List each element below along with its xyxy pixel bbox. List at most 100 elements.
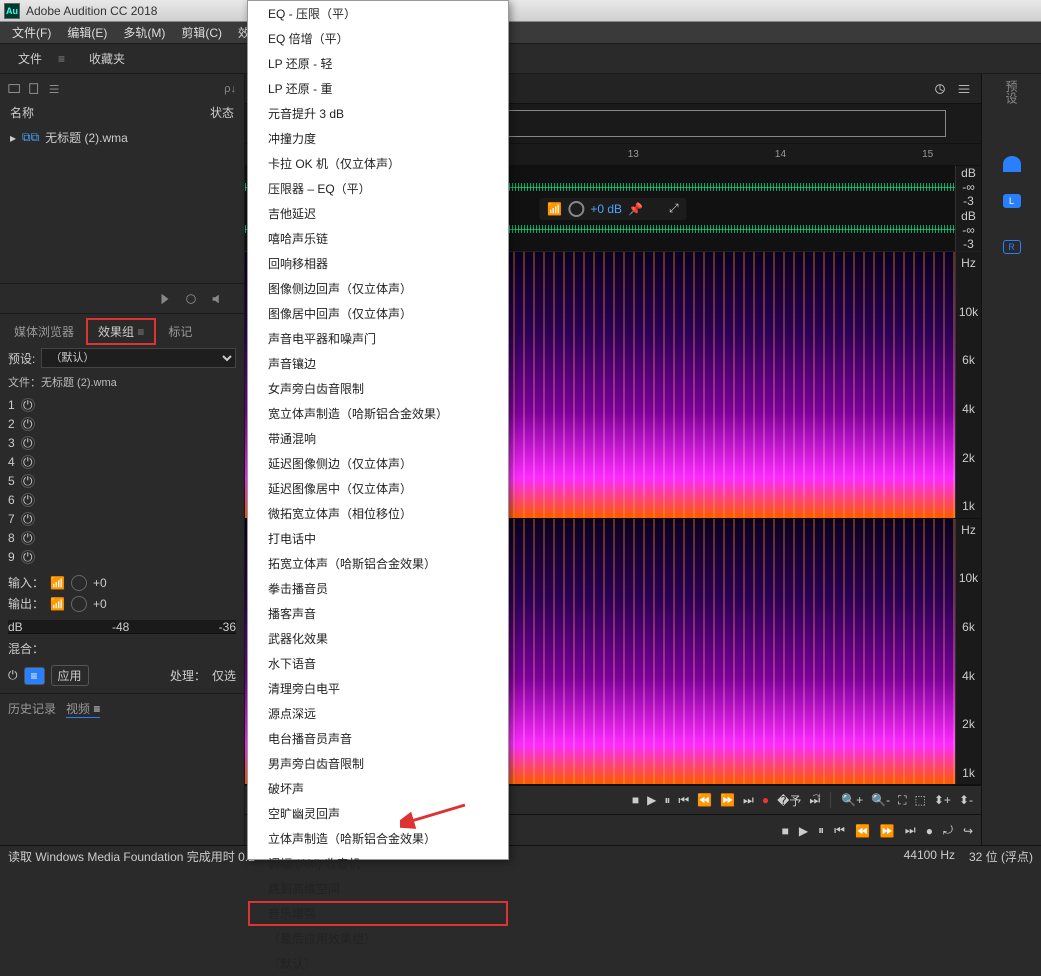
dropdown-item[interactable]: 清理旁白电平 bbox=[248, 676, 508, 701]
tab-history[interactable]: 历史记录 bbox=[8, 700, 56, 718]
zoom-out-icon[interactable]: 🔍- bbox=[871, 793, 890, 807]
process-mode[interactable]: 仅选 bbox=[212, 667, 236, 684]
pause-icon[interactable]: ⏸ bbox=[818, 823, 824, 838]
dropdown-item[interactable]: 延迟图像居中（仅立体声） bbox=[248, 476, 508, 501]
next-icon[interactable]: ⏭ bbox=[743, 793, 754, 808]
output-knob[interactable] bbox=[71, 596, 87, 612]
menu-multitrack[interactable]: 多轨(M) bbox=[117, 22, 171, 43]
dropdown-item[interactable]: 电台播音员声音 bbox=[248, 726, 508, 751]
forward-icon[interactable]: ⏩ bbox=[880, 824, 895, 838]
dropdown-item[interactable]: （默认） bbox=[248, 951, 508, 976]
fx-slot[interactable]: 8⏻ bbox=[8, 529, 236, 547]
file-item[interactable]: ▸ ⧉⧉ 无标题 (2).wma bbox=[4, 125, 240, 150]
tab-media-browser[interactable]: 媒体浏览器 bbox=[8, 320, 80, 343]
dropdown-item[interactable]: 声音镶边 bbox=[248, 351, 508, 376]
dropdown-item[interactable]: 延迟图像侧边（仅立体声） bbox=[248, 451, 508, 476]
tab-files[interactable]: 文件 bbox=[10, 46, 50, 71]
master-power-icon[interactable]: ⏻ bbox=[8, 668, 18, 683]
tab-video[interactable]: 视频 ≡ bbox=[66, 700, 100, 718]
dropdown-item[interactable]: 调幅 (AM) 收音机 bbox=[248, 851, 508, 876]
stop-icon[interactable]: ■ bbox=[632, 793, 639, 807]
preset-select[interactable]: （默认） bbox=[41, 348, 236, 368]
forward-icon[interactable]: ⏩ bbox=[720, 793, 735, 807]
dropdown-item[interactable]: 压限器 – EQ（平） bbox=[248, 176, 508, 201]
power-icon[interactable]: ⏻ bbox=[21, 398, 35, 412]
power-icon[interactable]: ⏻ bbox=[21, 417, 35, 431]
dropdown-item[interactable]: 声音电平器和噪声门 bbox=[248, 326, 508, 351]
dropdown-item[interactable]: 微拓宽立体声（相位移位） bbox=[248, 501, 508, 526]
volume-hud[interactable]: 📶 +0 dB 📌 ⤢ bbox=[539, 198, 686, 220]
power-icon[interactable]: ⏻ bbox=[21, 550, 35, 564]
menu-edit[interactable]: 编辑(E) bbox=[61, 22, 113, 43]
menu-clip[interactable]: 剪辑(C) bbox=[175, 22, 228, 43]
dropdown-item[interactable]: 音乐增强 bbox=[248, 901, 508, 926]
zoom-sel-icon[interactable]: ⬚ bbox=[915, 793, 926, 807]
power-icon[interactable]: ⏻ bbox=[21, 493, 35, 507]
dropdown-item[interactable]: 带通混响 bbox=[248, 426, 508, 451]
dropdown-item[interactable]: 元音提升 3 dB bbox=[248, 101, 508, 126]
dropdown-item[interactable]: 吉他延迟 bbox=[248, 201, 508, 226]
apply-button[interactable]: 应用 bbox=[51, 665, 89, 686]
hud-knob[interactable] bbox=[568, 201, 584, 217]
zoom-out-v-icon[interactable]: ⬍- bbox=[959, 793, 973, 807]
prev-icon[interactable]: ⏮ bbox=[834, 823, 845, 838]
hamburger-icon[interactable]: ≡ bbox=[58, 52, 65, 66]
multitrack-icon[interactable] bbox=[48, 82, 62, 96]
input-knob[interactable] bbox=[71, 575, 87, 591]
left-channel-badge[interactable]: L bbox=[1003, 194, 1021, 208]
new-file-icon[interactable] bbox=[28, 82, 42, 96]
play-icon[interactable] bbox=[158, 292, 172, 306]
dropdown-item[interactable]: LP 还原 - 轻 bbox=[248, 51, 508, 76]
prev-icon[interactable]: ⏮ bbox=[678, 793, 689, 808]
fx-slot[interactable]: 7⏻ bbox=[8, 510, 236, 528]
dropdown-item[interactable]: 拳击播音员 bbox=[248, 576, 508, 601]
open-file-icon[interactable] bbox=[8, 82, 22, 96]
right-channel-badge[interactable]: R bbox=[1003, 240, 1021, 254]
dropdown-item[interactable]: EQ - 压限（平） bbox=[248, 1, 508, 26]
volume-icon[interactable] bbox=[210, 292, 224, 306]
skip-icon[interactable]: ↪ bbox=[963, 824, 973, 838]
fx-slot[interactable]: 3⏻ bbox=[8, 434, 236, 452]
expand-icon[interactable]: ▸ bbox=[10, 131, 16, 145]
dropdown-item[interactable]: 拓宽立体声（哈斯铝合金效果） bbox=[248, 551, 508, 576]
dropdown-item[interactable]: 嘻哈声乐链 bbox=[248, 226, 508, 251]
fx-slot[interactable]: 6⏻ bbox=[8, 491, 236, 509]
dropdown-item[interactable]: 图像居中回声（仅立体声） bbox=[248, 301, 508, 326]
zoom-in-v-icon[interactable]: ⬍+ bbox=[934, 793, 951, 807]
dropdown-item[interactable]: LP 还原 - 重 bbox=[248, 76, 508, 101]
next-icon[interactable]: ⏭ bbox=[905, 823, 916, 838]
expand-icon[interactable]: ⤢ bbox=[669, 201, 679, 216]
power-icon[interactable]: ⏻ bbox=[21, 512, 35, 526]
dropdown-item[interactable]: 男声旁白齿音限制 bbox=[248, 751, 508, 776]
dropdown-item[interactable]: （最后应用效果组） bbox=[248, 926, 508, 951]
record-icon[interactable]: ● bbox=[762, 793, 769, 807]
rewind-icon[interactable]: ⏪ bbox=[855, 824, 870, 838]
power-icon[interactable]: ⏻ bbox=[21, 455, 35, 469]
play-icon[interactable]: ▶ bbox=[647, 793, 656, 807]
stop-icon[interactable]: ■ bbox=[782, 824, 789, 838]
dropdown-item[interactable]: 冲撞力度 bbox=[248, 126, 508, 151]
pause-icon[interactable]: ⏸ bbox=[664, 793, 670, 808]
power-icon[interactable]: ⏻ bbox=[21, 436, 35, 450]
dropdown-item[interactable]: 卡拉 OK 机（仅立体声） bbox=[248, 151, 508, 176]
dropdown-item[interactable]: 源点深远 bbox=[248, 701, 508, 726]
tab-effects-rack[interactable]: 效果组 ≡ bbox=[86, 318, 156, 345]
play-icon[interactable]: ▶ bbox=[799, 824, 808, 838]
dropdown-item[interactable]: 宽立体声制造（哈斯铝合金效果） bbox=[248, 401, 508, 426]
zoom-fit-icon[interactable]: ⛶ bbox=[898, 793, 906, 808]
fx-slot[interactable]: 1⏻ bbox=[8, 396, 236, 414]
rewind-icon[interactable]: ⏪ bbox=[697, 793, 712, 807]
skip-icon[interactable]: ⏭⃕ bbox=[809, 793, 820, 808]
dropdown-item[interactable]: EQ 倍增（平） bbox=[248, 26, 508, 51]
dropdown-item[interactable]: 破坏声 bbox=[248, 776, 508, 801]
record-icon[interactable]: ● bbox=[926, 824, 933, 838]
fx-slot[interactable]: 4⏻ bbox=[8, 453, 236, 471]
dropdown-item[interactable]: 跳到高维空间 bbox=[248, 876, 508, 901]
pin-icon[interactable]: 📌 bbox=[628, 202, 643, 216]
power-icon[interactable]: ⏻ bbox=[21, 531, 35, 545]
dropdown-item[interactable]: 水下语音 bbox=[248, 651, 508, 676]
tab-favorites[interactable]: 收藏夹 bbox=[81, 46, 133, 71]
menu-file[interactable]: 文件(F) bbox=[6, 22, 57, 43]
loop-icon[interactable] bbox=[184, 292, 198, 306]
dropdown-item[interactable]: 武器化效果 bbox=[248, 626, 508, 651]
